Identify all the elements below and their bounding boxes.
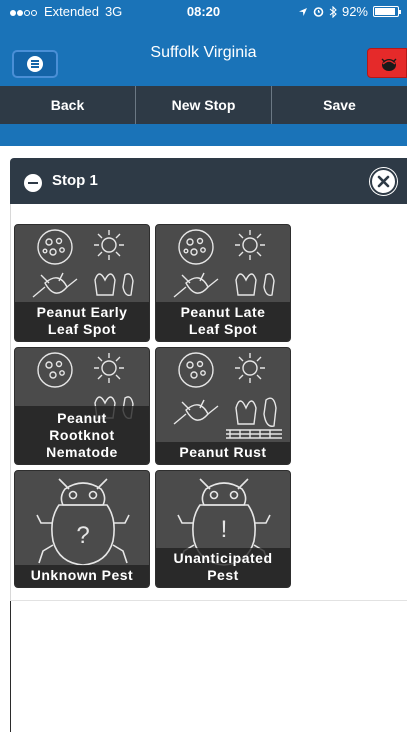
status-right: 92%: [298, 4, 401, 19]
panel-divider: [10, 600, 407, 601]
header-strip: [0, 124, 407, 146]
pest-alert-icon: [381, 58, 397, 71]
pest-tile-peanut-rootknot-nematode[interactable]: Peanut Rootknot Nematode: [14, 347, 150, 465]
pest-tile-label: Peanut Late Leaf Spot: [156, 302, 290, 341]
pest-tile-label: Peanut Rootknot Nematode: [15, 406, 149, 464]
status-bar: Extended 3G 08:20 92%: [0, 0, 407, 22]
svg-text:!: !: [221, 516, 228, 543]
pest-tile-label: Unknown Pest: [15, 565, 149, 587]
pest-alert-button[interactable]: [367, 48, 407, 78]
pest-tile-label: Peanut Early Leaf Spot: [15, 302, 149, 341]
bluetooth-icon: [329, 5, 337, 18]
svg-text:?: ?: [76, 522, 89, 549]
pest-tile-peanut-early-leaf-spot[interactable]: Peanut Early Leaf Spot: [14, 224, 150, 342]
battery-icon: [373, 6, 401, 17]
stop-title: Stop 1: [52, 172, 98, 189]
pest-tile-label: Peanut Rust: [156, 442, 290, 464]
minus-circle-icon[interactable]: [24, 174, 42, 192]
action-bar: Back New Stop Save: [0, 86, 407, 124]
app-screen: Extended 3G 08:20 92% Suffolk Virginia B…: [0, 0, 407, 732]
new-stop-button[interactable]: New Stop: [136, 86, 272, 124]
alarm-icon: [313, 7, 324, 17]
battery-fill: [375, 8, 395, 15]
pest-tile-unknown-pest[interactable]: ? Unknown Pest: [14, 470, 150, 588]
back-button[interactable]: Back: [0, 86, 136, 124]
pest-tile-peanut-late-leaf-spot[interactable]: Peanut Late Leaf Spot: [155, 224, 291, 342]
location-arrow-icon: [298, 7, 307, 16]
battery-percent: 92%: [341, 4, 368, 19]
left-rule: [10, 601, 11, 732]
page-title: Suffolk Virginia: [150, 44, 257, 61]
pest-tile-peanut-rust[interactable]: Peanut Rust: [155, 347, 291, 465]
stop-header[interactable]: Stop 1: [10, 158, 407, 204]
save-button[interactable]: Save: [272, 86, 407, 124]
pest-tile-unanticipated-pest[interactable]: ! Unanticipated Pest: [155, 470, 291, 588]
pest-tile-label: Unanticipated Pest: [156, 548, 290, 587]
close-circle-icon[interactable]: [370, 168, 397, 195]
